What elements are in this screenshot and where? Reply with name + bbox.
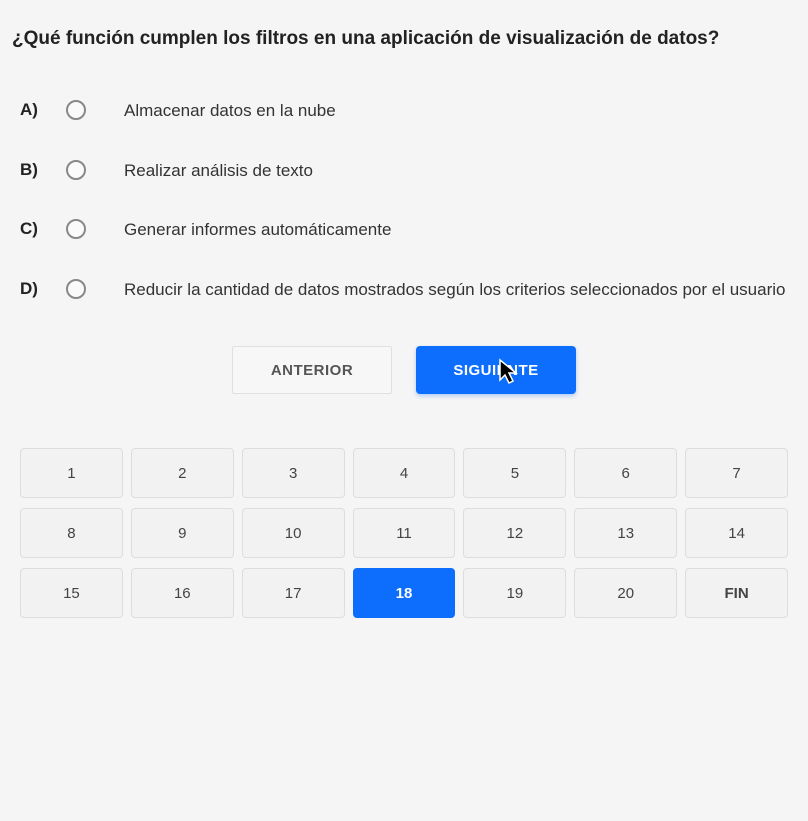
page-button-8[interactable]: 8 <box>20 508 123 558</box>
radio-d[interactable] <box>66 279 86 299</box>
option-a[interactable]: A) Almacenar datos en la nube <box>12 98 796 124</box>
page-button-12[interactable]: 12 <box>463 508 566 558</box>
radio-b[interactable] <box>66 160 86 180</box>
option-letter: A) <box>20 98 44 120</box>
radio-a[interactable] <box>66 100 86 120</box>
option-text: Realizar análisis de texto <box>108 158 313 184</box>
option-letter: C) <box>20 217 44 239</box>
page-button-18[interactable]: 18 <box>353 568 456 618</box>
page-button-19[interactable]: 19 <box>463 568 566 618</box>
option-letter: D) <box>20 277 44 299</box>
nav-buttons: ANTERIOR SIGUIENTE <box>12 346 796 394</box>
option-c[interactable]: C) Generar informes automáticamente <box>12 217 796 243</box>
page-button-16[interactable]: 16 <box>131 568 234 618</box>
page-button-5[interactable]: 5 <box>463 448 566 498</box>
page-button-11[interactable]: 11 <box>353 508 456 558</box>
page-button-17[interactable]: 17 <box>242 568 345 618</box>
page-button-13[interactable]: 13 <box>574 508 677 558</box>
next-button-label: SIGUIENTE <box>453 362 538 379</box>
page-button-1[interactable]: 1 <box>20 448 123 498</box>
options-list: A) Almacenar datos en la nube B) Realiza… <box>12 98 796 302</box>
radio-c[interactable] <box>66 219 86 239</box>
page-button-2[interactable]: 2 <box>131 448 234 498</box>
previous-button[interactable]: ANTERIOR <box>232 346 392 394</box>
option-b[interactable]: B) Realizar análisis de texto <box>12 158 796 184</box>
page-button-14[interactable]: 14 <box>685 508 788 558</box>
option-text: Reducir la cantidad de datos mostrados s… <box>108 277 785 303</box>
pager: 1234567891011121314151617181920FIN <box>12 448 796 618</box>
page-button-9[interactable]: 9 <box>131 508 234 558</box>
page-button-3[interactable]: 3 <box>242 448 345 498</box>
page-button-10[interactable]: 10 <box>242 508 345 558</box>
option-text: Almacenar datos en la nube <box>108 98 336 124</box>
option-text: Generar informes automáticamente <box>108 217 391 243</box>
option-letter: B) <box>20 158 44 180</box>
page-button-fin[interactable]: FIN <box>685 568 788 618</box>
page-button-4[interactable]: 4 <box>353 448 456 498</box>
page-button-20[interactable]: 20 <box>574 568 677 618</box>
page-button-15[interactable]: 15 <box>20 568 123 618</box>
question-text: ¿Qué función cumplen los filtros en una … <box>12 28 796 50</box>
page-button-7[interactable]: 7 <box>685 448 788 498</box>
page-button-6[interactable]: 6 <box>574 448 677 498</box>
option-d[interactable]: D) Reducir la cantidad de datos mostrado… <box>12 277 796 303</box>
next-button[interactable]: SIGUIENTE <box>416 346 576 394</box>
